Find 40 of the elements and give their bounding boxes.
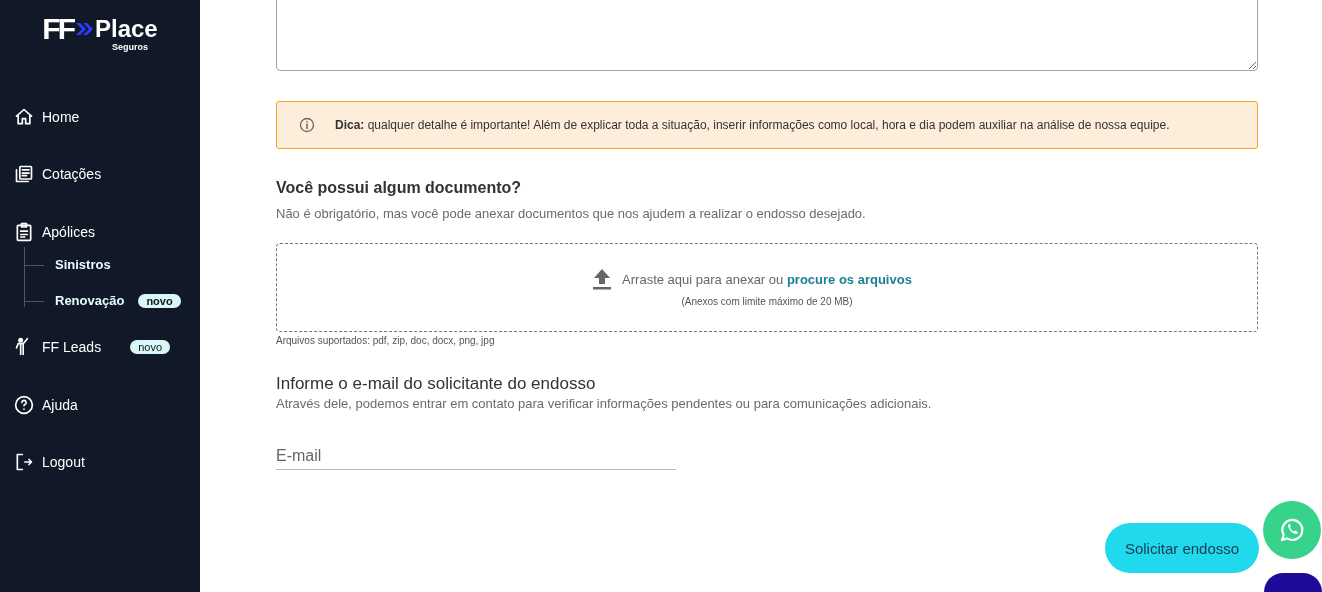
nav-label: Apólices bbox=[42, 223, 95, 240]
sidebar-item[interactable]: Ajuda bbox=[14, 376, 200, 434]
chat-button[interactable] bbox=[1264, 573, 1322, 592]
new-badge: novo bbox=[130, 340, 170, 355]
nav-label: Home bbox=[42, 108, 80, 125]
nav-label: Renovação bbox=[55, 293, 125, 308]
logo-text: Place bbox=[94, 15, 158, 43]
submit-button[interactable]: Solicitar endosso bbox=[1105, 523, 1259, 573]
browse-files-link[interactable]: procure os arquivos bbox=[786, 271, 912, 287]
documents-icon bbox=[14, 164, 34, 185]
text-area[interactable] bbox=[276, 0, 1258, 71]
size-limit-note: (Anexos com limite máximo de 20 MB) bbox=[681, 296, 853, 307]
drop-instruction: Arraste aqui para anexar ou procure os arquivos bbox=[622, 271, 912, 287]
upload-icon bbox=[592, 268, 613, 290]
sidebar-item[interactable]: FF Leads novo bbox=[14, 318, 200, 376]
section-title: Informe o e-mail do solicitante do endosso bbox=[276, 374, 597, 394]
supported-formats: Arquivos suportados: pdf, zip, doc, docx, png, jpg bbox=[276, 335, 496, 346]
section-description: Não é obrigatório, mas você pode anexar documentos que nos ajudem a realizar o endosso desejado. bbox=[276, 206, 867, 221]
sidebar-item[interactable]: Logout bbox=[14, 433, 200, 491]
house-icon bbox=[14, 106, 34, 127]
logo-tagline: Seguros bbox=[112, 42, 148, 52]
tip-text: Dica: qualquer detalhe é importante! Além de explicar toda a situação, inserir informações como local, hora e dia podem auxiliar na análise de nossa equipe. bbox=[335, 118, 1170, 132]
help-icon bbox=[14, 394, 34, 415]
nav-label: Ajuda bbox=[42, 396, 78, 413]
logo-mark: FF bbox=[42, 12, 73, 46]
whatsapp-button[interactable] bbox=[1263, 501, 1321, 559]
info-icon bbox=[299, 117, 315, 133]
sidebar-item[interactable]: Home bbox=[14, 88, 200, 146]
nav-label: Logout bbox=[42, 454, 85, 471]
chevrons-icon bbox=[74, 22, 93, 36]
section-title: Você possui algum documento? bbox=[276, 179, 523, 197]
nav-label: FF Leads bbox=[42, 339, 102, 356]
new-badge: novo bbox=[138, 293, 181, 308]
nav-label: Cotações bbox=[42, 166, 102, 183]
clipboard-icon bbox=[14, 221, 34, 242]
sidebar-item[interactable]: Cotações bbox=[14, 145, 200, 203]
file-drop-zone[interactable]: Arraste aqui para anexar ou procure os arquivos (Anexos com limite máximo de 20 MB) bbox=[276, 243, 1258, 332]
logout-icon bbox=[14, 452, 34, 473]
section-description: Através dele, podemos entrar em contato para verificar informações pendentes ou para comunicações adicionais. bbox=[276, 396, 933, 411]
sidebar-subitem[interactable]: Renovação novo bbox=[24, 282, 200, 319]
